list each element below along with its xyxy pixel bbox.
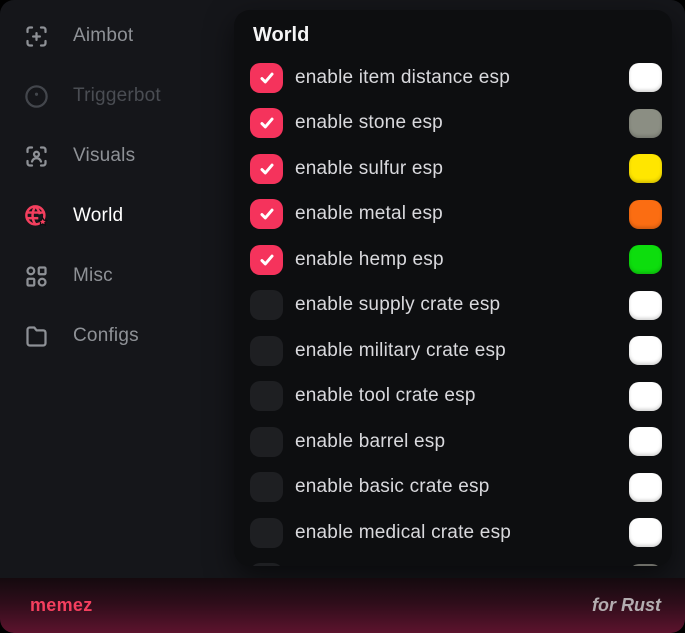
- sidebar-item-triggerbot[interactable]: Triggerbot: [0, 66, 234, 126]
- esp-option-label: enable medical crate esp: [295, 522, 511, 544]
- esp-color-swatch[interactable]: [629, 427, 662, 456]
- panel-title: World: [234, 10, 672, 47]
- misc-category-icon: [23, 263, 50, 290]
- esp-checkbox[interactable]: [250, 518, 283, 548]
- esp-option-row: enable military crate esp: [234, 328, 672, 374]
- esp-option-row: enable medical crate esp: [234, 510, 672, 556]
- esp-color-swatch[interactable]: [629, 564, 662, 566]
- esp-option-label: enable basic crate esp: [295, 476, 490, 498]
- esp-option-row: enable supply crate esp: [234, 283, 672, 329]
- esp-option-row: enable item distance esp: [234, 55, 672, 101]
- esp-option-row: enable tool crate esp: [234, 374, 672, 420]
- esp-option-row: enable sulfur esp: [234, 146, 672, 192]
- esp-option-label: enable metal esp: [295, 203, 443, 225]
- esp-color-swatch[interactable]: [629, 154, 662, 183]
- esp-option-label: enable hemp esp: [295, 249, 444, 271]
- esp-option-row: [234, 556, 672, 567]
- sidebar-label-configs: Configs: [73, 325, 139, 347]
- esp-option-row: enable metal esp: [234, 192, 672, 238]
- check-icon: [258, 205, 276, 223]
- esp-color-swatch[interactable]: [629, 518, 662, 547]
- sidebar-label-aimbot: Aimbot: [73, 25, 133, 47]
- esp-option-row: enable stone esp: [234, 101, 672, 147]
- esp-checkbox[interactable]: [250, 381, 283, 411]
- esp-option-label: enable sulfur esp: [295, 158, 443, 180]
- esp-option-label: enable barrel esp: [295, 431, 445, 453]
- sidebar-item-visuals[interactable]: Visuals: [0, 126, 234, 186]
- esp-color-swatch[interactable]: [629, 382, 662, 411]
- sidebar-item-world[interactable]: World: [0, 186, 234, 246]
- world-globe-star-icon: [23, 203, 50, 230]
- configs-folder-icon: [23, 323, 50, 350]
- sidebar-label-triggerbot: Triggerbot: [73, 85, 161, 107]
- esp-checkbox[interactable]: [250, 63, 283, 93]
- aimbot-crosshair-icon: [23, 23, 50, 50]
- esp-checkbox[interactable]: [250, 245, 283, 275]
- esp-color-swatch[interactable]: [629, 63, 662, 92]
- esp-color-swatch[interactable]: [629, 336, 662, 365]
- brand-name: memez: [30, 595, 93, 616]
- product-tagline: for Rust: [592, 595, 661, 616]
- esp-checkbox[interactable]: [250, 108, 283, 138]
- esp-checkbox[interactable]: [250, 290, 283, 320]
- check-icon: [258, 251, 276, 269]
- visuals-user-scan-icon: [23, 143, 50, 170]
- esp-option-row: enable hemp esp: [234, 237, 672, 283]
- esp-color-swatch[interactable]: [629, 291, 662, 320]
- esp-option-label: enable supply crate esp: [295, 294, 500, 316]
- check-icon: [258, 114, 276, 132]
- esp-color-swatch[interactable]: [629, 473, 662, 502]
- esp-checkbox[interactable]: [250, 563, 283, 566]
- esp-option-label: enable stone esp: [295, 112, 443, 134]
- sidebar-label-visuals: Visuals: [73, 145, 135, 167]
- footer-bar: memez for Rust: [0, 578, 685, 633]
- sidebar: Aimbot Triggerbot Visuals: [0, 6, 234, 366]
- esp-color-swatch[interactable]: [629, 245, 662, 274]
- esp-checkbox[interactable]: [250, 154, 283, 184]
- esp-checkbox[interactable]: [250, 427, 283, 457]
- sidebar-item-aimbot[interactable]: Aimbot: [0, 6, 234, 66]
- esp-checkbox[interactable]: [250, 336, 283, 366]
- check-icon: [258, 69, 276, 87]
- esp-option-label: enable tool crate esp: [295, 385, 476, 407]
- esp-options-list: enable item distance esp enable stone es…: [234, 55, 672, 566]
- cheat-menu-window: Aimbot Triggerbot Visuals: [0, 0, 685, 633]
- world-settings-panel: World enable item distance esp enable st…: [234, 10, 672, 566]
- esp-option-label: enable military crate esp: [295, 340, 506, 362]
- esp-checkbox[interactable]: [250, 472, 283, 502]
- sidebar-item-misc[interactable]: Misc: [0, 246, 234, 306]
- esp-color-swatch[interactable]: [629, 200, 662, 229]
- triggerbot-circle-dot-icon: [23, 83, 50, 110]
- esp-checkbox[interactable]: [250, 199, 283, 229]
- esp-option-label: enable item distance esp: [295, 67, 510, 89]
- esp-option-row: enable basic crate esp: [234, 465, 672, 511]
- esp-option-row: enable barrel esp: [234, 419, 672, 465]
- sidebar-label-world: World: [73, 205, 123, 227]
- check-icon: [258, 160, 276, 178]
- sidebar-label-misc: Misc: [73, 265, 113, 287]
- sidebar-item-configs[interactable]: Configs: [0, 306, 234, 366]
- esp-color-swatch[interactable]: [629, 109, 662, 138]
